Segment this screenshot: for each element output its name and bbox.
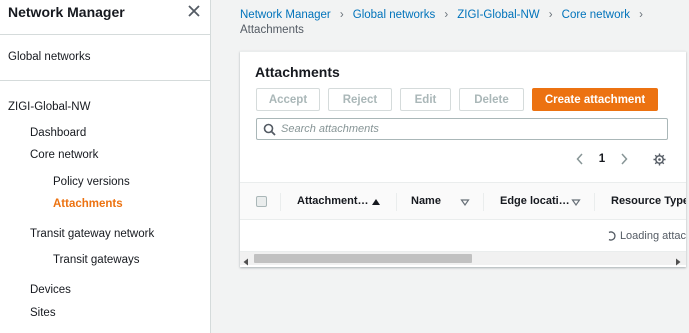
breadcrumb-global-networks[interactable]: Global networks: [353, 8, 435, 23]
attachments-panel: Attachments Accept Reject Edit Delete Cr…: [240, 51, 686, 267]
sidebar-item-policy-versions[interactable]: Policy versions: [53, 176, 130, 188]
close-icon[interactable]: [185, 2, 203, 20]
sidebar-item-dashboard[interactable]: Dashboard: [30, 127, 86, 139]
sidebar-item-core-network[interactable]: Core network: [30, 149, 98, 161]
chevron-right-icon: ›: [548, 9, 553, 21]
sort-icon[interactable]: [571, 196, 581, 207]
column-header-name[interactable]: Name: [411, 195, 441, 207]
scroll-left-arrow-icon[interactable]: [242, 255, 250, 266]
chevron-right-icon: ›: [639, 9, 643, 21]
column-divider: [594, 193, 595, 211]
column-divider: [396, 193, 397, 211]
sort-icon[interactable]: [460, 196, 470, 207]
spinner-icon: [606, 231, 616, 241]
sidebar-item-global-networks[interactable]: Global networks: [8, 51, 90, 63]
chevron-right-icon: ›: [339, 9, 344, 21]
sidebar-divider: [0, 34, 210, 35]
breadcrumb-network-manager[interactable]: Network Manager: [240, 8, 331, 23]
table-header: Attachment… Name Edge locati… Resource T…: [240, 182, 686, 220]
breadcrumb: Network Manager › Global networks › ZIGI…: [240, 8, 680, 38]
sidebar-item-transit-gateways[interactable]: Transit gateways: [53, 254, 140, 266]
column-header-resource-type[interactable]: Resource Type: [611, 195, 686, 207]
search-input[interactable]: [281, 121, 661, 137]
sidebar-item-devices[interactable]: Devices: [30, 284, 71, 296]
side-navigation: Network Manager Global networks ZIGI-Glo…: [0, 0, 211, 333]
loading-text: Loading attac: [619, 230, 686, 242]
loading-indicator: Loading attac: [606, 230, 686, 242]
current-page-number[interactable]: 1: [596, 150, 608, 168]
sidebar-item-attachments[interactable]: Attachments: [53, 198, 123, 210]
sidebar-title: Network Manager: [8, 4, 125, 20]
column-divider: [483, 193, 484, 211]
sidebar-header: Network Manager: [8, 4, 203, 22]
scroll-right-arrow-icon[interactable]: [674, 255, 682, 266]
column-divider: [280, 193, 281, 211]
horizontal-scrollbar[interactable]: [240, 251, 686, 266]
select-all-checkbox[interactable]: [256, 196, 267, 207]
edit-button[interactable]: Edit: [400, 88, 451, 111]
reject-button[interactable]: Reject: [328, 88, 392, 111]
sidebar-item-transit-gateway-network[interactable]: Transit gateway network: [30, 228, 154, 240]
sidebar-item-network-name[interactable]: ZIGI-Global-NW: [8, 101, 90, 113]
search-box: [256, 118, 668, 140]
scrollbar-thumb[interactable]: [254, 254, 472, 263]
sidebar-divider: [0, 80, 210, 81]
accept-button[interactable]: Accept: [256, 88, 320, 111]
sidebar-item-sites[interactable]: Sites: [30, 307, 56, 319]
panel-title: Attachments: [255, 64, 340, 80]
settings-gear-icon[interactable]: [650, 150, 668, 168]
sort-ascending-icon[interactable]: [371, 196, 381, 206]
breadcrumb-core-network[interactable]: Core network: [562, 8, 630, 23]
create-attachment-button[interactable]: Create attachment: [532, 88, 658, 111]
chevron-left-icon[interactable]: [574, 150, 586, 168]
chevron-right-icon: ›: [444, 9, 449, 21]
search-icon: [263, 123, 276, 136]
delete-button[interactable]: Delete: [459, 88, 524, 111]
breadcrumb-network-name[interactable]: ZIGI-Global-NW: [457, 8, 539, 23]
column-header-attachment[interactable]: Attachment…: [297, 195, 369, 207]
column-header-edge-location[interactable]: Edge locati…: [500, 195, 570, 207]
breadcrumb-current: Attachments: [240, 24, 304, 36]
chevron-right-icon[interactable]: [618, 150, 630, 168]
